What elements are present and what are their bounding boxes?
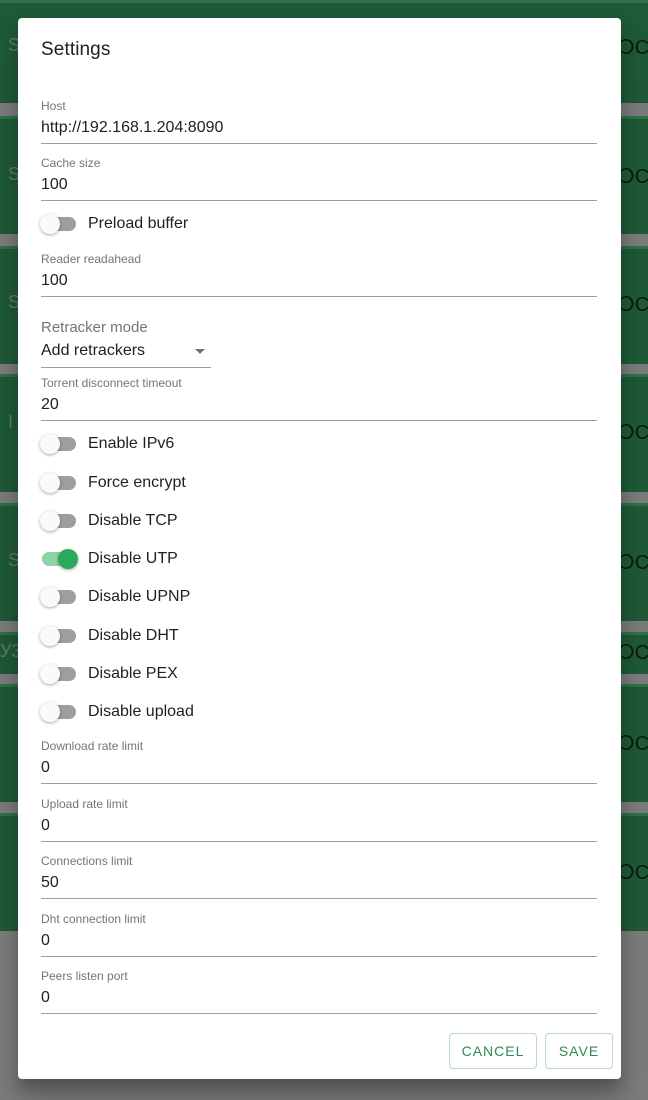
disable-tcp-label: Disable TCP bbox=[88, 512, 178, 529]
disable-pex-row[interactable]: Disable PEX bbox=[40, 661, 440, 687]
background-item-initial: УЗ bbox=[0, 641, 22, 661]
connections-limit-field[interactable]: Connections limit 50 bbox=[41, 854, 597, 899]
retracker-mode-value: Add retrackers bbox=[41, 342, 146, 359]
background-item-action-icon: ⵔC bbox=[617, 37, 648, 59]
torrent-disconnect-timeout-field[interactable]: Torrent disconnect timeout 20 bbox=[41, 376, 597, 421]
background-item-action-icon: ⵔC bbox=[617, 862, 648, 884]
settings-dialog: Settings Host http://192.168.1.204:8090 … bbox=[18, 18, 621, 1079]
host-label: Host bbox=[41, 99, 66, 113]
background-item-action-icon: ⵔC bbox=[617, 733, 648, 755]
force-encrypt-row[interactable]: Force encrypt bbox=[40, 470, 440, 496]
peers-listen-port-input[interactable]: 0 bbox=[41, 988, 597, 1012]
preload-buffer-row[interactable]: Preload buffer bbox=[40, 211, 440, 237]
upload-rate-limit-label: Upload rate limit bbox=[41, 797, 128, 811]
disable-upnp-label: Disable UPNP bbox=[88, 588, 191, 605]
torrent-disconnect-timeout-label: Torrent disconnect timeout bbox=[41, 376, 182, 390]
connections-limit-label: Connections limit bbox=[41, 854, 133, 868]
connections-limit-input[interactable]: 50 bbox=[41, 873, 597, 897]
cache-size-input[interactable]: 100 bbox=[41, 175, 597, 199]
dht-connection-limit-input[interactable]: 0 bbox=[41, 931, 597, 955]
download-rate-limit-input[interactable]: 0 bbox=[41, 758, 597, 782]
host-input[interactable]: http://192.168.1.204:8090 bbox=[41, 118, 597, 142]
disable-dht-row[interactable]: Disable DHT bbox=[40, 623, 440, 649]
switch-thumb bbox=[40, 473, 60, 493]
switch-thumb bbox=[58, 549, 78, 569]
background-item-action-icon: ⵔC bbox=[617, 642, 648, 664]
upload-rate-limit-input[interactable]: 0 bbox=[41, 816, 597, 840]
torrent-disconnect-timeout-input[interactable]: 20 bbox=[41, 395, 597, 419]
switch-thumb bbox=[40, 702, 60, 722]
background-item-action-icon: ⵔC bbox=[617, 166, 648, 188]
disable-dht-label: Disable DHT bbox=[88, 627, 179, 644]
switch-thumb bbox=[40, 626, 60, 646]
peers-listen-port-field[interactable]: Peers listen port 0 bbox=[41, 969, 597, 1014]
host-field[interactable]: Host http://192.168.1.204:8090 bbox=[41, 99, 597, 144]
download-rate-limit-label: Download rate limit bbox=[41, 739, 144, 753]
force-encrypt-switch[interactable] bbox=[40, 470, 78, 496]
disable-upload-switch[interactable] bbox=[40, 699, 78, 725]
switch-thumb bbox=[40, 664, 60, 684]
switch-thumb bbox=[40, 587, 60, 607]
preload-buffer-label: Preload buffer bbox=[88, 215, 189, 232]
reader-readahead-label: Reader readahead bbox=[41, 252, 142, 266]
upload-rate-limit-field[interactable]: Upload rate limit 0 bbox=[41, 797, 597, 842]
switch-thumb bbox=[40, 511, 60, 531]
dropdown-arrow-icon bbox=[195, 349, 205, 354]
background-item-action-icon: ⵔC bbox=[617, 422, 648, 444]
save-button[interactable]: SAVE bbox=[545, 1033, 613, 1069]
disable-pex-label: Disable PEX bbox=[88, 665, 178, 682]
reader-readahead-field[interactable]: Reader readahead 100 bbox=[41, 252, 597, 297]
disable-upnp-switch[interactable] bbox=[40, 584, 78, 610]
disable-tcp-switch[interactable] bbox=[40, 508, 78, 534]
cache-size-field[interactable]: Cache size 100 bbox=[41, 156, 597, 201]
cache-size-label: Cache size bbox=[41, 156, 101, 170]
dialog-actions: CANCEL SAVE bbox=[18, 1019, 621, 1079]
peers-listen-port-label: Peers listen port bbox=[41, 969, 128, 983]
dialog-title: Settings bbox=[41, 39, 111, 60]
dht-connection-limit-label: Dht connection limit bbox=[41, 912, 146, 926]
dht-connection-limit-field[interactable]: Dht connection limit 0 bbox=[41, 912, 597, 957]
disable-upload-label: Disable upload bbox=[88, 703, 194, 720]
enable-ipv6-switch[interactable] bbox=[40, 431, 78, 457]
disable-utp-switch[interactable] bbox=[40, 546, 78, 572]
force-encrypt-label: Force encrypt bbox=[88, 474, 186, 491]
reader-readahead-input[interactable]: 100 bbox=[41, 271, 597, 295]
disable-utp-row[interactable]: Disable UTP bbox=[40, 546, 440, 572]
background-item-action-icon: ⵔC bbox=[617, 294, 648, 316]
disable-pex-switch[interactable] bbox=[40, 661, 78, 687]
switch-thumb bbox=[40, 214, 60, 234]
cancel-button[interactable]: CANCEL bbox=[449, 1033, 537, 1069]
disable-dht-switch[interactable] bbox=[40, 623, 78, 649]
download-rate-limit-field[interactable]: Download rate limit 0 bbox=[41, 739, 597, 784]
background-item-action-icon: ⵔC bbox=[617, 552, 648, 574]
enable-ipv6-row[interactable]: Enable IPv6 bbox=[40, 431, 440, 457]
preload-buffer-switch[interactable] bbox=[40, 211, 78, 237]
retracker-mode-label: Retracker mode bbox=[41, 319, 148, 336]
disable-upload-row[interactable]: Disable upload bbox=[40, 699, 440, 725]
disable-utp-label: Disable UTP bbox=[88, 550, 178, 567]
disable-tcp-row[interactable]: Disable TCP bbox=[40, 508, 440, 534]
disable-upnp-row[interactable]: Disable UPNP bbox=[40, 584, 440, 610]
enable-ipv6-label: Enable IPv6 bbox=[88, 435, 175, 452]
retracker-mode-select[interactable]: Add retrackers bbox=[41, 341, 211, 368]
switch-thumb bbox=[40, 434, 60, 454]
